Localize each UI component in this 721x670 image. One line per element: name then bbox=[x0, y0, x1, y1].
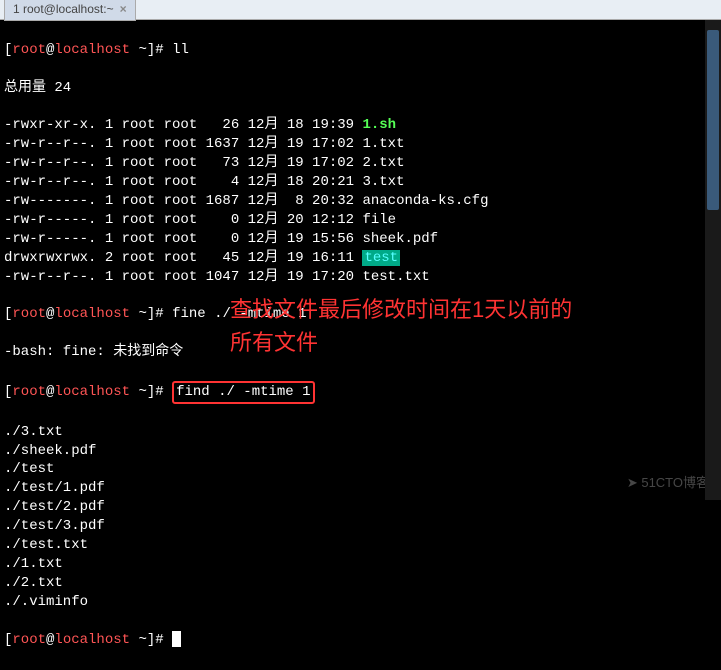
window-titlebar: 1 root@localhost:~ × bbox=[0, 0, 721, 20]
find-result-line: ./sheek.pdf bbox=[4, 442, 717, 461]
find-result-line: ./test/3.pdf bbox=[4, 517, 717, 536]
file-listing-row: -rw-------. 1 root root 1687 12月 8 20:32… bbox=[4, 192, 717, 211]
find-result-line: ./3.txt bbox=[4, 423, 717, 442]
file-name: anaconda-ks.cfg bbox=[362, 193, 488, 209]
file-listing-row: drwxrwxrwx. 2 root root 45 12月 19 16:11 … bbox=[4, 249, 717, 268]
file-listing-row: -rw-r--r--. 1 root root 1637 12月 19 17:0… bbox=[4, 135, 717, 154]
file-name: test.txt bbox=[362, 269, 429, 285]
scrollbar[interactable] bbox=[705, 20, 721, 500]
prompt-line: [root@localhost ~]# ll bbox=[4, 41, 717, 60]
find-result-line: ./2.txt bbox=[4, 574, 717, 593]
prompt-line-cursor[interactable]: [root@localhost ~]# bbox=[4, 631, 717, 650]
file-name: sheek.pdf bbox=[362, 231, 438, 247]
prompt-line: [root@localhost ~]# find ./ -mtime 1 bbox=[4, 381, 717, 404]
find-result-line: ./1.txt bbox=[4, 555, 717, 574]
file-name: 2.txt bbox=[362, 155, 404, 171]
total-line: 总用量 24 bbox=[4, 79, 717, 98]
scroll-thumb[interactable] bbox=[707, 30, 719, 210]
file-listing-row: -rw-r--r--. 1 root root 4 12月 18 20:21 3… bbox=[4, 173, 717, 192]
highlighted-command: find ./ -mtime 1 bbox=[172, 381, 314, 404]
file-name: file bbox=[362, 212, 396, 228]
file-listing-row: -rw-r--r--. 1 root root 73 12月 19 17:02 … bbox=[4, 154, 717, 173]
annotation-text: 查找文件最后修改时间在1天以前的 所有文件 bbox=[230, 293, 572, 359]
file-listing-row: -rw-r-----. 1 root root 0 12月 20 12:12 f… bbox=[4, 211, 717, 230]
terminal-tab[interactable]: 1 root@localhost:~ × bbox=[4, 0, 136, 21]
command-find: find ./ -mtime 1 bbox=[176, 384, 310, 400]
file-name: 1.txt bbox=[362, 136, 404, 152]
find-result-line: ./.viminfo bbox=[4, 593, 717, 612]
file-name: test bbox=[362, 250, 400, 266]
find-result-line: ./test.txt bbox=[4, 536, 717, 555]
file-listing-row: -rwxr-xr-x. 1 root root 26 12月 18 19:39 … bbox=[4, 116, 717, 135]
file-name: 3.txt bbox=[362, 174, 404, 190]
tab-label: 1 root@localhost:~ bbox=[13, 1, 114, 17]
find-result-line: ./test bbox=[4, 460, 717, 479]
command-ll: ll bbox=[172, 42, 189, 58]
find-result-line: ./test/2.pdf bbox=[4, 498, 717, 517]
find-result-line: ./test/1.pdf bbox=[4, 479, 717, 498]
cursor bbox=[172, 631, 181, 647]
file-name: 1.sh bbox=[362, 117, 396, 133]
watermark: ➤ 51CTO博客 bbox=[627, 474, 709, 492]
close-icon[interactable]: × bbox=[120, 1, 127, 17]
file-listing-row: -rw-r--r--. 1 root root 1047 12月 19 17:2… bbox=[4, 268, 717, 287]
file-listing-row: -rw-r-----. 1 root root 0 12月 19 15:56 s… bbox=[4, 230, 717, 249]
